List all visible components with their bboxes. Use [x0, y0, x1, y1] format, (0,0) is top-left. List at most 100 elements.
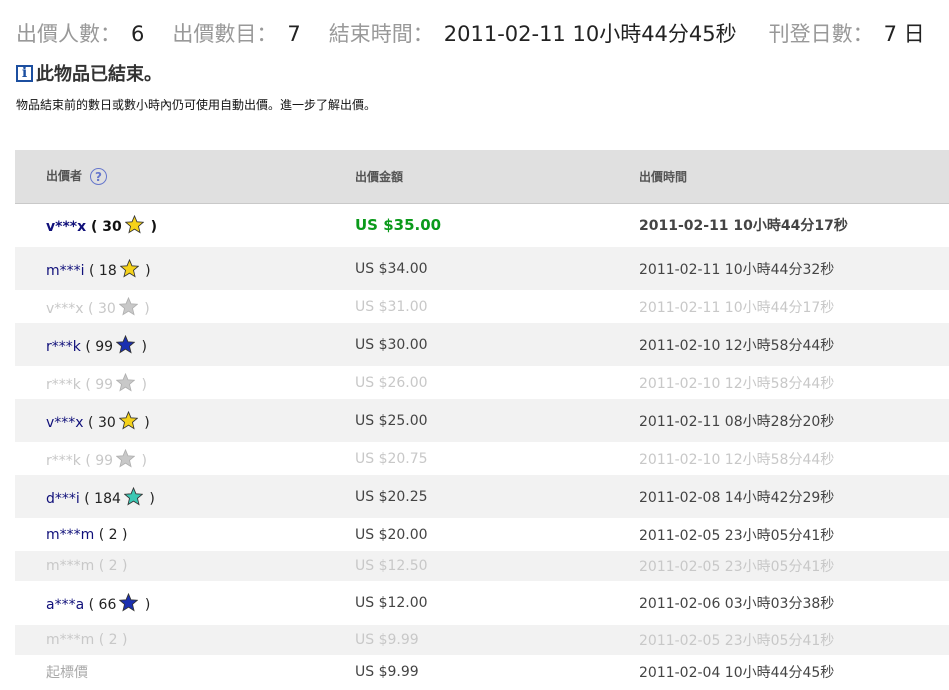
feedback-close: ) [117, 558, 128, 574]
bidder-name[interactable]: a***a [46, 597, 84, 613]
bids-count: 7 [287, 22, 301, 46]
bid-time: 2011-02-08 14小時42分29秒 [639, 489, 835, 506]
bid-row: r***k ( 99 ) US $26.00 2011-02-10 12小時58分4… [15, 366, 949, 399]
bid-row: v***x ( 30 ) US $25.00 2011-02-11 08小時28分2… [15, 399, 949, 442]
feedback-close: ) [137, 452, 147, 469]
feedback-score[interactable]: 99 [95, 339, 113, 355]
feedback-close: ) [137, 338, 147, 355]
feedback-score[interactable]: 2 [109, 527, 118, 543]
duration-label: 刊登日數： [768, 22, 874, 46]
feedback-open: ( [84, 262, 99, 279]
bidder-name[interactable]: r***k [46, 377, 81, 393]
bidder-cell: v***x ( 30 ) [15, 399, 355, 442]
bidder-column-header: 出價者? [15, 150, 355, 203]
bid-time: 2011-02-11 10小時44分32秒 [639, 261, 835, 278]
bid-amount: US $12.50 [355, 558, 428, 574]
duration-value: 7 日 [883, 22, 925, 46]
bidder-cell: m***m ( 2 ) [15, 625, 355, 655]
feedback-close: ) [139, 414, 150, 431]
bid-time: 2011-02-05 23小時05分41秒 [639, 527, 835, 544]
item-ended-description: 物品結束前的數日或數小時內仍可使用自動出價。進一步了解出價。 [16, 96, 376, 113]
feedback-score[interactable]: 2 [109, 558, 118, 574]
info-icon: i [16, 64, 33, 82]
bid-time: 2011-02-11 10小時44分17秒 [639, 218, 848, 235]
feedback-score[interactable]: 30 [102, 219, 121, 235]
notice-suffix: 。 [364, 98, 377, 112]
feedback-open: ( [94, 558, 109, 574]
bid-summary: 出價人數： 6 出價數目： 7 結束時間： 2011-02-11 10小時44分45秒 刊登… [16, 18, 949, 48]
feedback-open: ( [83, 414, 98, 431]
bid-amount: US $35.00 [355, 216, 442, 235]
bid-time: 2011-02-11 10小時44分17秒 [639, 299, 835, 316]
bid-row: m***m ( 2 ) US $12.50 2011-02-05 23小時05分41… [15, 551, 949, 581]
bidder-cell: r***k ( 99 ) [15, 442, 355, 475]
blue-star-icon [116, 334, 136, 353]
turquoise-star-icon [123, 486, 143, 505]
feedback-score[interactable]: 30 [98, 415, 116, 431]
bidder-cell: m***m ( 2 ) [15, 518, 355, 551]
bid-history-table: 出價者? 出價金額 出價時間 v***x ( 30 ) US $35.00 2011… [15, 150, 949, 688]
feedback-open: ( [80, 338, 96, 355]
help-icon[interactable]: ? [90, 168, 108, 186]
learn-bidding-link[interactable]: 出價 [340, 98, 364, 112]
bid-row: v***x ( 30 ) US $35.00 2011-02-11 10小時44分1… [15, 203, 949, 247]
bidder-name[interactable]: v***x [46, 301, 84, 317]
feedback-open: ( [84, 597, 99, 613]
bidder-cell: v***x ( 30 ) [15, 203, 355, 247]
table-header-row: 出價者? 出價金額 出價時間 [15, 150, 949, 203]
bid-amount: US $20.25 [355, 488, 428, 505]
bids-label: 出價數目： [172, 22, 278, 46]
feedback-close: ) [145, 219, 158, 236]
bidder-name[interactable]: r***k [46, 339, 81, 355]
bidder-cell: r***k ( 99 ) [15, 323, 355, 366]
bidder-name[interactable]: r***k [46, 453, 81, 469]
feedback-close: ) [137, 376, 147, 393]
feedback-close: ) [117, 526, 128, 543]
bid-time: 2011-02-05 23小時05分41秒 [639, 559, 835, 575]
bid-amount: US $34.00 [355, 260, 428, 277]
feedback-score[interactable]: 184 [94, 491, 121, 507]
bid-time: 2011-02-06 03小時03分38秒 [639, 596, 835, 612]
feedback-score[interactable]: 99 [95, 453, 113, 469]
bidders-label: 出價人數： [16, 22, 121, 46]
bid-row: m***m ( 2 ) US $20.00 2011-02-05 23小時05分41… [15, 518, 949, 551]
bid-amount: US $30.00 [355, 336, 428, 353]
bidder-cell: v***x ( 30 ) [15, 290, 355, 323]
starting-price-amount: US $9.99 [355, 663, 419, 680]
bidder-name[interactable]: m***m [46, 632, 94, 648]
bidder-cell: d***i ( 184 ) [15, 475, 355, 518]
bid-row: m***i ( 18 ) US $34.00 2011-02-11 10小時44分3… [15, 247, 949, 290]
bidders-count: 6 [131, 22, 145, 46]
auto-bid-text: 物品結束前的數日或數小時內仍可使用自動出價。進一步了解 [16, 98, 341, 112]
yellow-star-icon [119, 258, 139, 277]
gray-star-icon [118, 296, 138, 315]
bid-amount: US $26.00 [355, 374, 428, 391]
bid-row: d***i ( 184 ) US $20.25 2011-02-08 14小時42分… [15, 475, 949, 518]
bid-amount: US $12.00 [355, 595, 428, 611]
feedback-close: ) [140, 262, 151, 279]
bidder-name[interactable]: m***m [46, 558, 94, 574]
feedback-close: ) [117, 632, 128, 648]
feedback-score[interactable]: 2 [109, 632, 118, 648]
bid-row: r***k ( 99 ) US $30.00 2011-02-10 12小時58分4… [15, 323, 949, 366]
feedback-score[interactable]: 30 [98, 301, 116, 317]
item-ended-notice: i 此物品已結束。 [16, 60, 162, 86]
feedback-open: ( [79, 490, 95, 507]
bid-row: v***x ( 30 ) US $31.00 2011-02-11 10小時44分1… [15, 290, 949, 323]
bidder-cell: r***k ( 99 ) [15, 366, 355, 399]
bid-time: 2011-02-05 23小時05分41秒 [639, 633, 835, 649]
bidder-cell: m***i ( 18 ) [15, 247, 355, 290]
starting-price-label: 起標價 [46, 664, 88, 681]
feedback-score[interactable]: 99 [95, 377, 113, 393]
bidder-name[interactable]: m***i [46, 263, 85, 279]
bidder-name[interactable]: v***x [46, 219, 86, 235]
bidder-name[interactable]: d***i [46, 491, 80, 507]
bidder-name[interactable]: m***m [46, 527, 94, 543]
feedback-open: ( [80, 452, 96, 469]
starting-price-time: 2011-02-04 10小時44分45秒 [639, 664, 835, 681]
bid-row: m***m ( 2 ) US $9.99 2011-02-05 23小時05分41秒 [15, 625, 949, 655]
bidder-name[interactable]: v***x [46, 415, 84, 431]
blue-star-icon [119, 593, 139, 612]
feedback-score[interactable]: 18 [99, 263, 117, 279]
feedback-score[interactable]: 66 [99, 597, 117, 613]
